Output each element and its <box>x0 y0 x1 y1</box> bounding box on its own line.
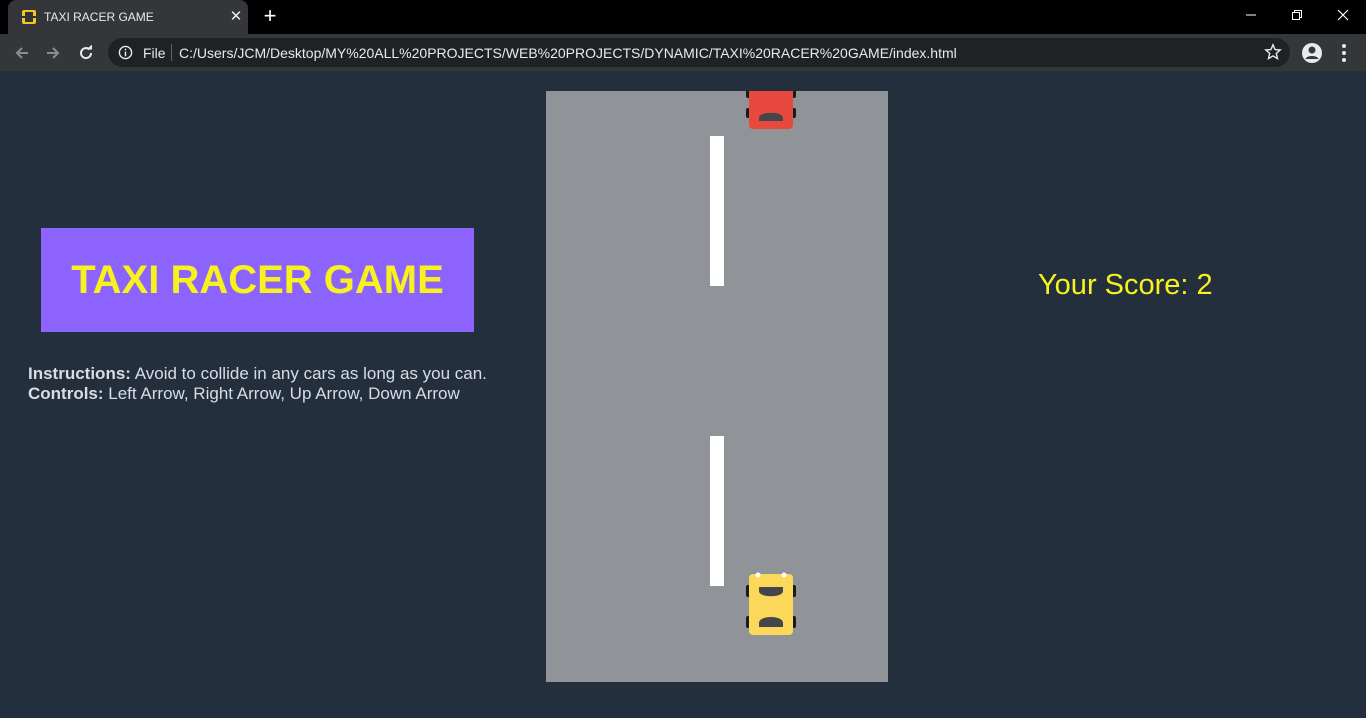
game-title-banner: TAXI RACER GAME <box>41 228 474 332</box>
tab-title: TAXI RACER GAME <box>44 10 154 24</box>
close-window-button[interactable] <box>1320 0 1366 30</box>
lane-line <box>710 436 724 586</box>
instructions-label: Instructions: <box>28 364 131 383</box>
back-button[interactable] <box>9 40 35 66</box>
profile-icon[interactable] <box>1300 41 1324 65</box>
tab-close-icon[interactable]: ✕ <box>227 8 245 26</box>
browser-toolbar: File C:/Users/JCM/Desktop/MY%20ALL%20PRO… <box>0 34 1366 71</box>
forward-icon <box>47 47 60 59</box>
score-value: 2 <box>1196 269 1213 301</box>
game-title: TAXI RACER GAME <box>71 257 444 302</box>
back-icon <box>15 47 28 59</box>
restore-button[interactable] <box>1274 0 1320 30</box>
instructions-text: Avoid to collide in any cars as long as … <box>130 364 487 383</box>
info-icon[interactable] <box>118 45 133 60</box>
score-label: Your Score: <box>1038 269 1197 301</box>
restore-icon <box>1292 10 1302 20</box>
taxi-favicon-icon <box>22 10 36 24</box>
minimize-button[interactable] <box>1228 0 1274 30</box>
controls-line: Controls: Left Arrow, Right Arrow, Up Ar… <box>28 384 508 404</box>
lane-line <box>710 136 724 286</box>
close-icon <box>1337 9 1349 21</box>
address-bar[interactable]: File C:/Users/JCM/Desktop/MY%20ALL%20PRO… <box>108 38 1290 67</box>
player-taxi <box>746 572 796 635</box>
controls-text: Left Arrow, Right Arrow, Up Arrow, Down … <box>103 384 460 403</box>
star-icon[interactable] <box>1264 43 1282 61</box>
url-text[interactable]: C:/Users/JCM/Desktop/MY%20ALL%20PROJECTS… <box>179 45 957 61</box>
browser-tabstrip: TAXI RACER GAME ✕ + <box>0 0 1366 34</box>
forward-button[interactable] <box>40 40 66 66</box>
road[interactable] <box>546 91 888 682</box>
address-separator <box>171 44 172 61</box>
score-display: Your Score: 2 <box>1038 269 1213 302</box>
minimize-icon <box>1246 14 1256 16</box>
new-tab-button[interactable]: + <box>258 5 282 29</box>
instructions-line: Instructions: Avoid to collide in any ca… <box>28 364 508 384</box>
enemy-car <box>746 91 796 129</box>
controls-label: Controls: <box>28 384 104 403</box>
instructions-panel: Instructions: Avoid to collide in any ca… <box>28 364 508 404</box>
menu-icon[interactable] <box>1334 41 1354 65</box>
scheme-label: File <box>143 45 166 61</box>
game-page: TAXI RACER GAME Instructions: Avoid to c… <box>0 71 1366 718</box>
reload-button[interactable] <box>73 40 99 66</box>
reload-icon <box>80 45 93 60</box>
browser-tab[interactable]: TAXI RACER GAME ✕ <box>8 0 248 34</box>
